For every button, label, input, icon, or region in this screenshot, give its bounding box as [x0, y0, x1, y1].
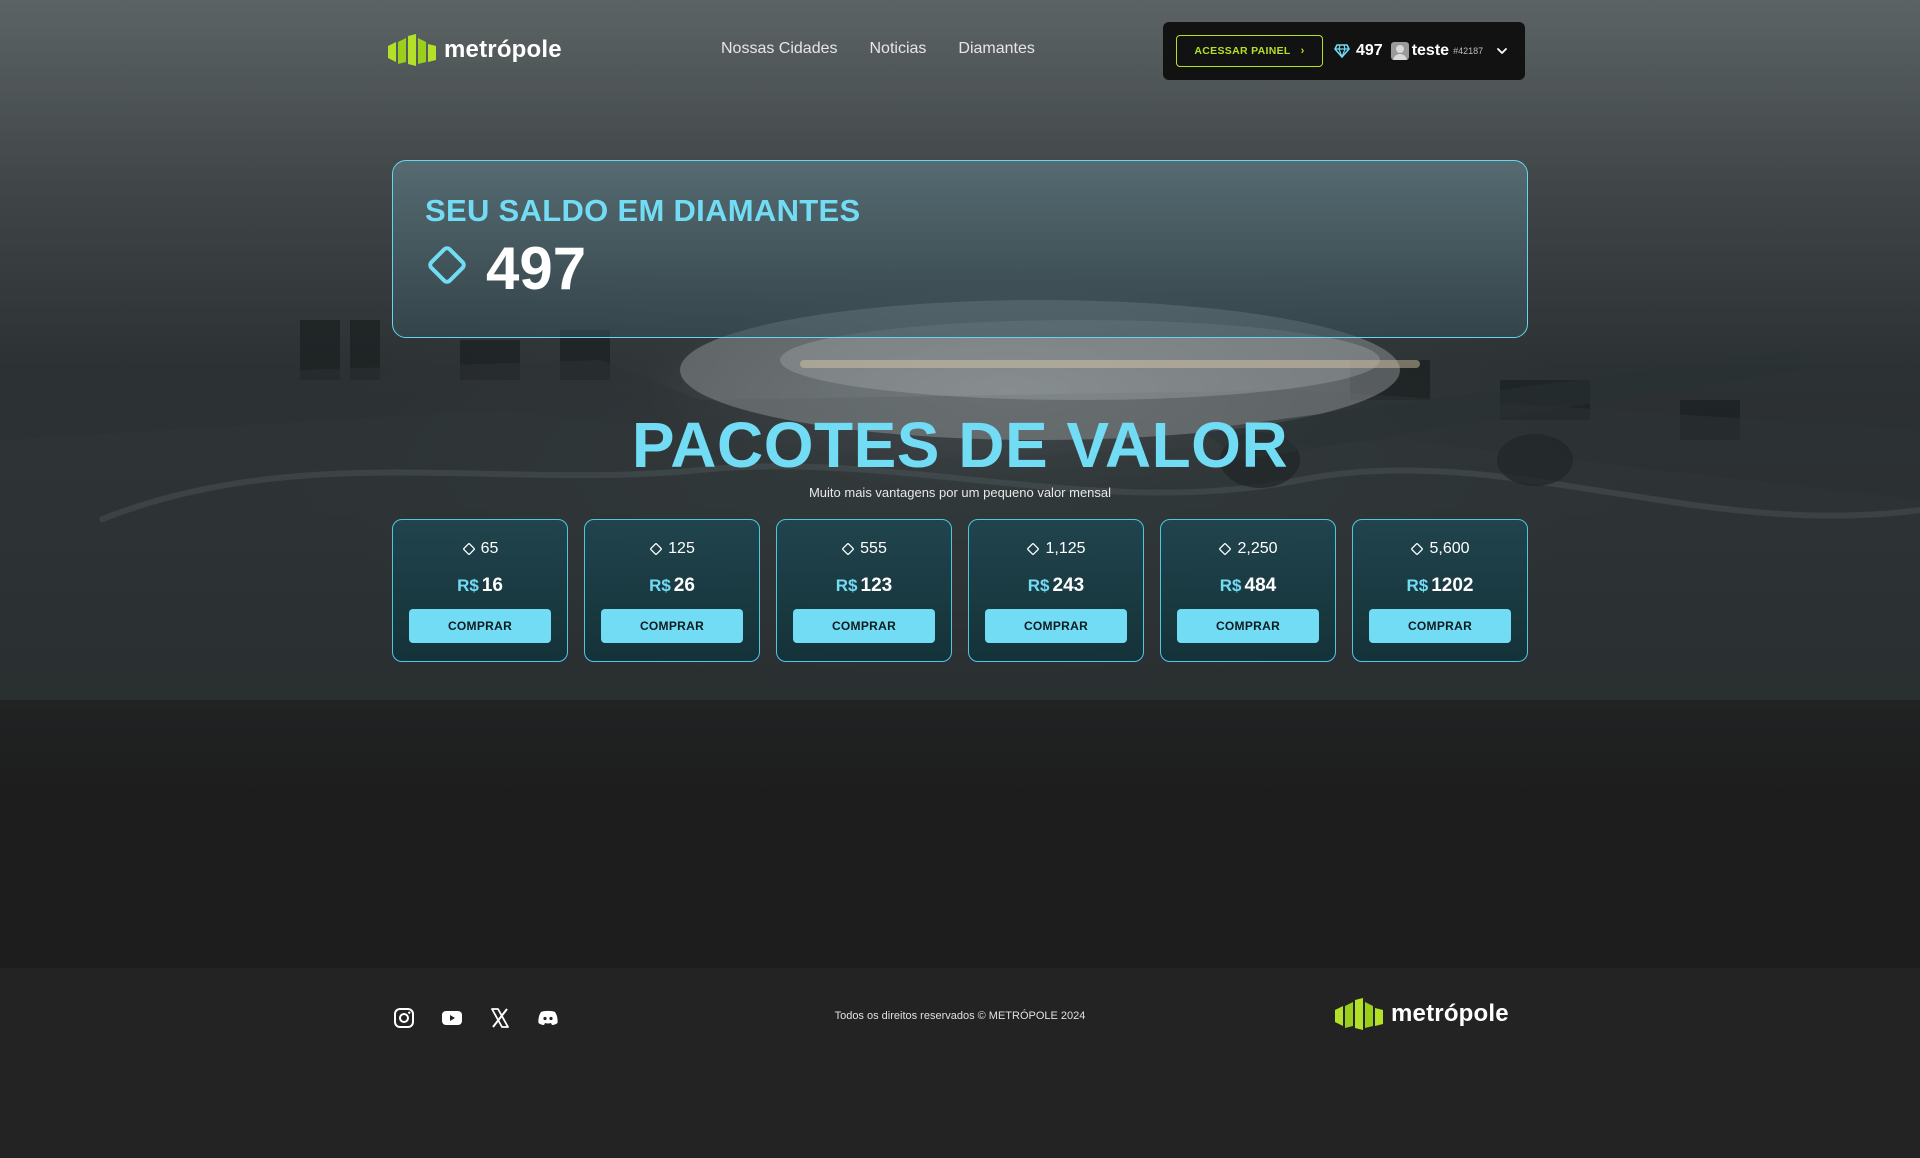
buy-button[interactable]: COMPRAR	[409, 609, 551, 643]
buy-button[interactable]: COMPRAR	[1369, 609, 1511, 643]
package-price: R$ 484	[1161, 575, 1335, 597]
diamond-icon	[1334, 44, 1350, 58]
package-diamonds: 555	[860, 540, 887, 557]
currency-symbol: R$	[1406, 576, 1429, 595]
diamond-outline-icon	[1219, 543, 1232, 555]
package-diamonds: 2,250	[1237, 540, 1278, 557]
brand-name: metrópole	[1391, 1000, 1509, 1027]
package-price: R$ 1202	[1353, 575, 1527, 597]
currency-symbol: R$	[457, 576, 479, 595]
chevron-right-icon: ›	[1300, 45, 1305, 57]
package-price-value: 16	[481, 575, 503, 596]
balance-value: 497	[486, 235, 587, 302]
balance-title: SEU SALDO EM DIAMANTES	[425, 193, 861, 228]
package-diamonds: 1,125	[1045, 540, 1086, 557]
package-diamonds: 65	[480, 540, 499, 557]
package-amount: 125	[585, 540, 759, 558]
currency-symbol: R$	[1219, 576, 1242, 595]
diamond-outline-icon	[428, 246, 466, 284]
package-diamonds: 5,600	[1429, 540, 1470, 557]
nav-item-noticias[interactable]: Noticias	[870, 40, 927, 58]
header-diamond-balance: 497	[1356, 42, 1383, 59]
package-amount: 555	[777, 540, 951, 558]
access-panel-label: ACESSAR PAINEL	[1194, 45, 1291, 57]
user-panel: ACESSAR PAINEL › 497 teste #42187	[1163, 22, 1525, 80]
metropole-logo-icon	[1335, 998, 1383, 1030]
package-price: R$ 16	[393, 575, 567, 597]
package-price-value: 484	[1244, 575, 1277, 596]
packages-subtitle: Muito mais vantagens por um pequeno valo…	[808, 485, 1112, 500]
package-price: R$ 26	[585, 575, 759, 597]
copyright-text: Todos os direitos reservados © METRÓPOLE…	[834, 1010, 1086, 1022]
main-nav: Nossas Cidades Noticias Diamantes	[721, 40, 1035, 58]
site-header: metrópole Nossas Cidades Noticias Diaman…	[0, 0, 1920, 100]
metropole-logo-icon	[388, 34, 436, 66]
nav-item-cidades[interactable]: Nossas Cidades	[721, 40, 838, 58]
access-panel-button[interactable]: ACESSAR PAINEL ›	[1176, 35, 1323, 67]
packages-title: PACOTES DE VALOR	[631, 409, 1289, 481]
package-price-value: 26	[673, 575, 695, 596]
package-amount: 1,125	[969, 540, 1143, 558]
package-diamonds: 125	[668, 540, 695, 557]
diamond-outline-icon	[1027, 543, 1040, 555]
diamond-balance-card: SEU SALDO EM DIAMANTES 497	[392, 160, 1528, 338]
package-amount: 65	[393, 540, 567, 558]
package-amount: 2,250	[1161, 540, 1335, 558]
package-price-value: 1202	[1431, 575, 1474, 596]
buy-button[interactable]: COMPRAR	[1177, 609, 1319, 643]
package-card: 5,600 R$ 1202 COMPRAR	[1352, 519, 1528, 662]
currency-symbol: R$	[1027, 576, 1050, 595]
footer-brand-logo[interactable]: metrópole	[1335, 998, 1509, 1030]
package-card: 2,250 R$ 484 COMPRAR	[1160, 519, 1336, 662]
chevron-down-icon[interactable]	[1495, 44, 1509, 58]
brand-logo[interactable]: metrópole	[388, 34, 562, 66]
buy-button[interactable]: COMPRAR	[601, 609, 743, 643]
package-price-value: 123	[860, 575, 893, 596]
package-card: 1,125 R$ 243 COMPRAR	[968, 519, 1144, 662]
user-id: #42187	[1453, 46, 1484, 56]
currency-symbol: R$	[649, 576, 671, 595]
diamond-outline-icon	[842, 543, 855, 555]
diamond-outline-icon	[1411, 543, 1424, 555]
package-price-value: 243	[1052, 575, 1085, 596]
brand-name: metrópole	[444, 36, 562, 63]
package-card: 65 R$ 16 COMPRAR	[392, 519, 568, 662]
username: teste	[1411, 42, 1450, 59]
diamond-outline-icon	[462, 543, 475, 555]
packages-list: 65 R$ 16 COMPRAR 125 R$ 26 COMPRAR 555 R$ 1…	[392, 519, 1528, 662]
avatar[interactable]	[1390, 42, 1409, 60]
currency-symbol: R$	[835, 576, 858, 595]
package-card: 125 R$ 26 COMPRAR	[584, 519, 760, 662]
site-footer: Todos os direitos reservados © METRÓPOLE…	[0, 968, 1920, 1158]
buy-button[interactable]: COMPRAR	[985, 609, 1127, 643]
package-amount: 5,600	[1353, 540, 1527, 558]
buy-button[interactable]: COMPRAR	[793, 609, 935, 643]
diamond-outline-icon	[650, 543, 663, 555]
package-price: R$ 243	[969, 575, 1143, 597]
package-card: 555 R$ 123 COMPRAR	[776, 519, 952, 662]
nav-item-diamantes[interactable]: Diamantes	[958, 40, 1034, 58]
package-price: R$ 123	[777, 575, 951, 597]
